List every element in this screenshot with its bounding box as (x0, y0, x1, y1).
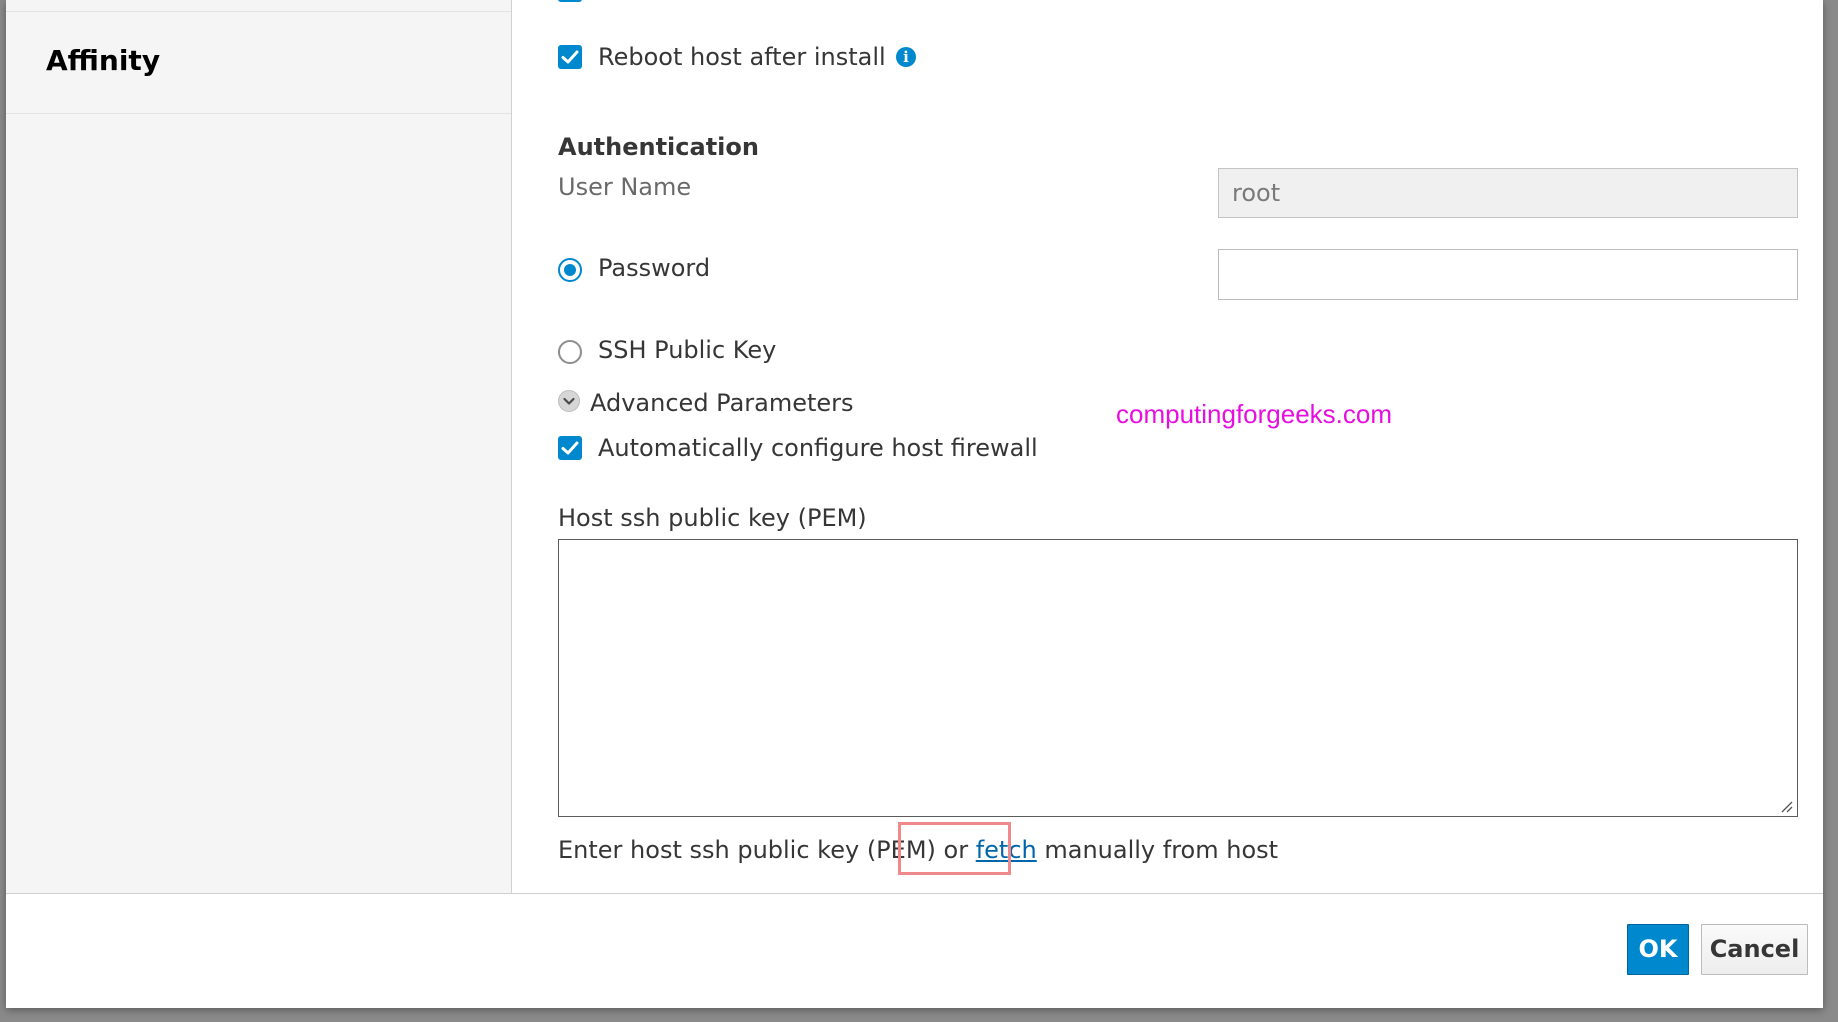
configure-firewall-checkbox[interactable] (558, 436, 582, 460)
user-name-input[interactable] (1218, 168, 1798, 218)
ssh-public-key-radio[interactable] (558, 340, 582, 364)
sidebar-item-affinity[interactable]: Affinity (6, 12, 511, 114)
footer-divider (6, 893, 1823, 894)
watermark-text: computingforgeeks.com (1116, 399, 1393, 429)
authentication-heading: Authentication (558, 133, 759, 161)
info-icon[interactable]: i (896, 47, 916, 67)
reboot-host-label: Reboot host after install (598, 43, 886, 71)
fetch-link[interactable]: fetch (976, 836, 1037, 864)
host-key-label: Host ssh public key (PEM) (558, 504, 867, 532)
advanced-parameters-toggle[interactable]: Advanced Parameters (590, 389, 854, 417)
password-label: Password (598, 254, 711, 282)
sidebar: Affinity (6, 0, 512, 893)
password-input[interactable] (1218, 249, 1798, 300)
checkmark-icon (561, 441, 579, 455)
dialog: Affinity Reboot host after install i Aut… (6, 0, 1823, 1008)
main-content: Reboot host after install i Authenticati… (512, 0, 1823, 893)
configure-firewall-label: Automatically configure host firewall (598, 434, 1038, 462)
host-key-textarea[interactable] (558, 539, 1798, 817)
host-key-help-text: Enter host ssh public key (PEM) or fetch… (558, 836, 1278, 864)
chevron-down-icon[interactable] (558, 390, 580, 412)
help-text-start: Enter host ssh public key (PEM) or (558, 836, 976, 864)
password-radio[interactable] (558, 258, 582, 282)
checkbox-partial[interactable] (558, 0, 582, 2)
reboot-host-checkbox[interactable] (558, 45, 582, 69)
help-text-end: manually from host (1036, 836, 1279, 864)
resize-grip-icon[interactable] (1779, 799, 1793, 813)
checkmark-icon (561, 50, 579, 64)
sidebar-item-label: Affinity (46, 44, 161, 77)
ssh-public-key-label: SSH Public Key (598, 336, 777, 364)
cancel-button[interactable]: Cancel (1701, 924, 1808, 975)
user-name-label: User Name (558, 173, 692, 201)
ok-button[interactable]: OK (1627, 924, 1689, 975)
